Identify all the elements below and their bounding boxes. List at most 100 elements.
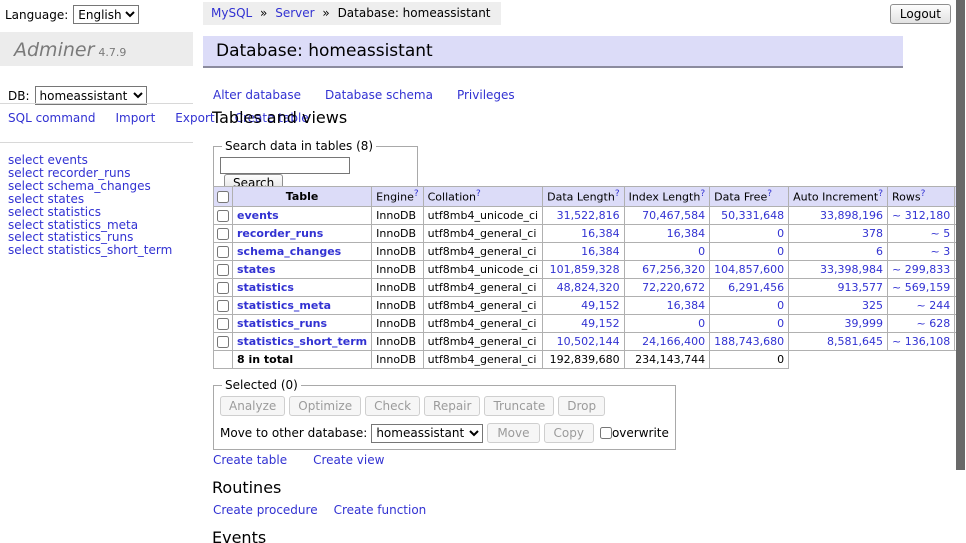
repair-button[interactable]: Repair xyxy=(424,396,480,416)
database-schema-link[interactable]: Database schema xyxy=(325,88,433,102)
collation-cell: utf8mb4_general_ci xyxy=(423,224,542,242)
move-button[interactable]: Move xyxy=(487,423,539,443)
table-name-link[interactable]: schema_changes xyxy=(237,245,341,258)
create-function-link[interactable]: Create function xyxy=(334,503,427,517)
search-legend: Search data in tables (8) xyxy=(222,139,376,153)
row-checkbox[interactable] xyxy=(217,210,229,222)
create-view-link[interactable]: Create view xyxy=(313,453,384,467)
overwrite-checkbox[interactable] xyxy=(600,427,612,439)
alter-database-link[interactable]: Alter database xyxy=(213,88,301,102)
auto-increment-cell: 325 xyxy=(789,296,888,314)
column-help-icon[interactable]: ? xyxy=(921,189,926,199)
analyze-button[interactable]: Analyze xyxy=(220,396,285,416)
sidebar-select-link[interactable]: select events xyxy=(8,154,172,167)
table-name-link[interactable]: recorder_runs xyxy=(237,227,323,240)
check-button[interactable]: Check xyxy=(365,396,420,416)
data-free-cell: 6,291,456 xyxy=(710,278,789,296)
index-length-cell: 67,256,320 xyxy=(624,260,710,278)
sidebar-select-link[interactable]: select schema_changes xyxy=(8,180,172,193)
table-name-cell: statistics_short_term xyxy=(233,332,372,350)
column-help-icon[interactable]: ? xyxy=(700,189,705,199)
rows-count-cell: ~ 3 xyxy=(888,242,955,260)
app-title: Adminer4.7.9 xyxy=(0,32,193,66)
row-checkbox[interactable] xyxy=(217,264,229,276)
page-title: Database: homeassistant xyxy=(203,36,903,68)
drop-button[interactable]: Drop xyxy=(558,396,605,416)
logout-button[interactable]: Logout xyxy=(890,4,951,24)
auto-increment-cell: 33,898,196 xyxy=(789,206,888,224)
column-header: Data Free? xyxy=(710,187,789,207)
sidebar-divider-bottom xyxy=(0,142,193,143)
data-free-cell: 0 xyxy=(710,314,789,332)
move-label: Move to other database: xyxy=(220,426,367,440)
column-help-icon[interactable]: ? xyxy=(767,189,772,199)
sidebar-link-import[interactable]: Import xyxy=(115,111,155,125)
db-label: DB: xyxy=(8,89,30,103)
table-name-cell: states xyxy=(233,260,372,278)
breadcrumb-mysql-link[interactable]: MySQL xyxy=(211,6,252,20)
create-procedure-link[interactable]: Create procedure xyxy=(213,503,318,517)
language-select[interactable]: English xyxy=(73,5,139,24)
breadcrumb-server-link[interactable]: Server xyxy=(275,6,314,20)
row-checkbox[interactable] xyxy=(217,300,229,312)
column-label: Engine xyxy=(376,191,414,204)
rows-count-cell: ~ 569,159 xyxy=(888,278,955,296)
row-checkbox[interactable] xyxy=(217,246,229,258)
data-free-cell: 50,331,648 xyxy=(710,206,789,224)
create-table-link[interactable]: Create table xyxy=(213,453,287,467)
optimize-button[interactable]: Optimize xyxy=(289,396,361,416)
sidebar-select-link[interactable]: select statistics xyxy=(8,206,172,219)
data-length-cell: 49,152 xyxy=(543,296,624,314)
db-action-links: Alter database Database schema Privileges xyxy=(213,88,539,102)
table-row: recorder_runsInnoDButf8mb4_general_ci16,… xyxy=(214,224,966,242)
vertical-scrollbar[interactable] xyxy=(956,0,966,543)
sidebar-select-link[interactable]: select statistics_short_term xyxy=(8,244,172,257)
table-name-link[interactable]: statistics_short_term xyxy=(237,335,367,348)
sidebar-link-export[interactable]: Export xyxy=(175,111,214,125)
scrollbar-thumb[interactable] xyxy=(956,0,965,470)
collation-cell: utf8mb4_general_ci xyxy=(423,296,542,314)
sidebar-select-link[interactable]: select recorder_runs xyxy=(8,167,172,180)
column-help-icon[interactable]: ? xyxy=(414,189,419,199)
row-checkbox[interactable] xyxy=(217,336,229,348)
column-header: Auto Increment? xyxy=(789,187,888,207)
column-help-icon[interactable]: ? xyxy=(878,189,883,199)
overwrite-option: overwrite xyxy=(600,426,669,440)
select-all-checkbox[interactable] xyxy=(217,191,229,203)
search-input[interactable] xyxy=(220,157,350,174)
column-label: Rows xyxy=(892,191,921,204)
row-checkbox[interactable] xyxy=(217,228,229,240)
table-name-link[interactable]: statistics_meta xyxy=(237,299,331,312)
breadcrumb-current: Database: homeassistant xyxy=(338,6,491,20)
total-data-free-cell: 0 xyxy=(710,350,789,368)
truncate-button[interactable]: Truncate xyxy=(484,396,554,416)
column-header: Index Length? xyxy=(624,187,710,207)
column-help-icon[interactable]: ? xyxy=(615,189,620,199)
sidebar-link-sql-command[interactable]: SQL command xyxy=(8,111,95,125)
column-label: Data Free xyxy=(714,191,767,204)
index-length-cell: 70,467,584 xyxy=(624,206,710,224)
table-name-link[interactable]: events xyxy=(237,209,279,222)
total-collation-cell: utf8mb4_general_ci xyxy=(423,350,542,368)
table-row: statistics_short_termInnoDButf8mb4_gener… xyxy=(214,332,966,350)
collation-cell: utf8mb4_general_ci xyxy=(423,314,542,332)
copy-button[interactable]: Copy xyxy=(544,423,594,443)
sidebar-select-link[interactable]: select states xyxy=(8,193,172,206)
rows-count-cell: ~ 299,833 xyxy=(888,260,955,278)
privileges-link[interactable]: Privileges xyxy=(457,88,515,102)
row-checkbox-cell xyxy=(214,260,233,278)
row-checkbox[interactable] xyxy=(217,282,229,294)
move-database-select[interactable]: homeassistant xyxy=(371,424,483,443)
table-name-link[interactable]: states xyxy=(237,263,276,276)
index-length-cell: 72,220,672 xyxy=(624,278,710,296)
row-checkbox[interactable] xyxy=(217,318,229,330)
table-name-link[interactable]: statistics_runs xyxy=(237,317,327,330)
sidebar-divider-top xyxy=(0,103,193,104)
table-name-link[interactable]: statistics xyxy=(237,281,294,294)
total-index-length-cell: 234,143,744 xyxy=(624,350,710,368)
create-links: Create table Create view xyxy=(213,453,410,467)
app-name: Adminer xyxy=(14,39,94,61)
column-help-icon[interactable]: ? xyxy=(476,189,481,199)
events-heading: Events xyxy=(212,528,266,543)
table-row: statisticsInnoDButf8mb4_general_ci48,824… xyxy=(214,278,966,296)
